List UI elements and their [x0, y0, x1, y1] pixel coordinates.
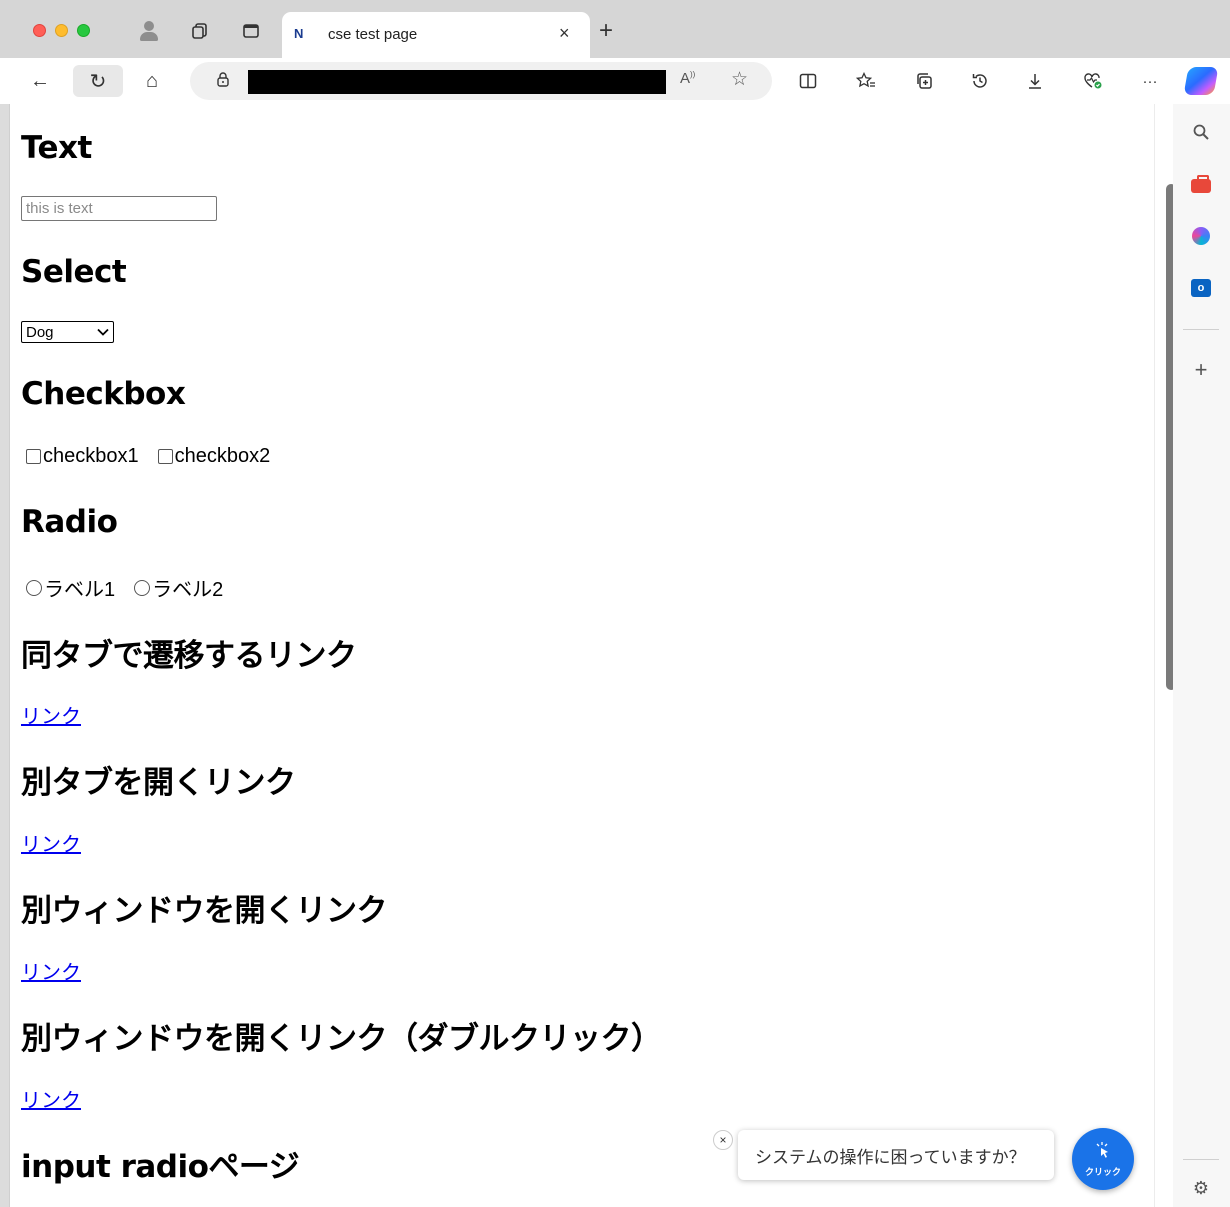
- heading-new-tab-link: 別タブを開くリンク: [21, 765, 296, 801]
- checkbox-2[interactable]: [157, 449, 173, 464]
- new-tab-link[interactable]: リンク: [21, 832, 81, 856]
- refresh-button[interactable]: ↻: [73, 65, 123, 97]
- new-window-dblclick-link-wrapper: リンク: [21, 1084, 81, 1113]
- help-close-button[interactable]: ×: [713, 1130, 733, 1150]
- tab-close-icon[interactable]: ×: [559, 23, 570, 44]
- select-value: Dog: [26, 323, 54, 341]
- radio-option-1[interactable]: ラベル1: [21, 573, 115, 602]
- radio-2-label: ラベル2: [152, 579, 224, 601]
- heading-text: Text: [21, 130, 92, 166]
- add-icon[interactable]: +: [1187, 356, 1215, 384]
- copilot-icon[interactable]: [1183, 67, 1219, 95]
- profile-icon[interactable]: [138, 20, 160, 42]
- radio-1-label: ラベル1: [44, 579, 116, 601]
- select-wrapper: Dog: [21, 321, 114, 343]
- tab-title: cse test page: [328, 26, 418, 43]
- section-new-window-dblclick: 別ウィンドウを開くリンク（ダブルクリック）: [21, 1013, 662, 1058]
- same-tab-link[interactable]: リンク: [21, 704, 81, 728]
- browser-essentials-icon[interactable]: [1079, 67, 1107, 95]
- heading-same-tab-link: 同タブで遷移するリンク: [21, 638, 357, 674]
- section-new-tab: 別タブを開くリンク: [21, 757, 296, 802]
- tab-cse-test-page[interactable]: N cse test page ×: [282, 12, 590, 58]
- downloads-icon[interactable]: [1021, 67, 1049, 95]
- checkbox-option-2[interactable]: checkbox2: [153, 445, 271, 468]
- checkbox-1-label: checkbox1: [43, 445, 139, 467]
- home-button[interactable]: ⌂: [136, 65, 168, 97]
- settings-icon[interactable]: ⚙: [1187, 1174, 1215, 1202]
- section-input-radio-page: input radioページ: [21, 1141, 300, 1186]
- read-aloud-icon[interactable]: A)): [680, 70, 695, 87]
- close-window-button[interactable]: [33, 24, 46, 37]
- favorite-star-icon[interactable]: ☆: [731, 68, 748, 91]
- tab-favicon-icon: N: [294, 26, 303, 41]
- lock-icon[interactable]: [216, 71, 230, 91]
- text-input-wrapper: [21, 196, 217, 221]
- sidebar-divider: [1183, 329, 1219, 330]
- radio-2[interactable]: [134, 579, 151, 596]
- radio-group: ラベル1 ラベル2: [21, 573, 237, 602]
- tab-actions-icon[interactable]: [240, 20, 262, 42]
- heading-input-radio-page: input radioページ: [21, 1149, 300, 1185]
- heading-new-window-dblclick-link: 別ウィンドウを開くリンク（ダブルクリック）: [21, 1021, 662, 1057]
- radio-option-2[interactable]: ラベル2: [129, 573, 223, 602]
- heading-radio: Radio: [21, 504, 118, 540]
- maximize-window-button[interactable]: [77, 24, 90, 37]
- history-icon[interactable]: [966, 67, 994, 95]
- search-icon[interactable]: [1187, 118, 1215, 146]
- browser-toolbar: ← ↻ ⌂ A)) ☆ ···: [0, 58, 1230, 104]
- sidebar-divider-bottom: [1183, 1159, 1219, 1160]
- outlook-icon[interactable]: o: [1187, 274, 1215, 302]
- text-input[interactable]: [21, 196, 217, 221]
- checkbox-group: checkbox1 checkbox2: [21, 445, 284, 468]
- chevron-down-icon: [97, 325, 109, 339]
- help-button-label: クリック: [1084, 1166, 1121, 1177]
- heading-new-window-link: 別ウィンドウを開くリンク: [21, 893, 388, 929]
- redacted-url[interactable]: [248, 70, 666, 94]
- favorites-icon[interactable]: [852, 67, 880, 95]
- collections-icon[interactable]: [910, 67, 938, 95]
- checkbox-2-label: checkbox2: [174, 445, 271, 467]
- help-message: システムの操作に困っていますか？: [755, 1147, 1026, 1168]
- m365-icon[interactable]: [1187, 222, 1215, 250]
- help-click-button[interactable]: クリック: [1072, 1128, 1134, 1190]
- heading-checkbox: Checkbox: [21, 376, 186, 412]
- checkbox-1[interactable]: [26, 449, 41, 464]
- new-window-link[interactable]: リンク: [21, 960, 81, 984]
- edge-sidebar: o + ⚙: [1173, 104, 1230, 1207]
- page-viewport: Text Select Dog Checkbox checkbox1: [9, 104, 1173, 1207]
- section-same-tab: 同タブで遷移するリンク: [21, 630, 357, 675]
- same-tab-link-wrapper: リンク: [21, 700, 81, 729]
- section-checkbox: Checkbox: [21, 376, 186, 412]
- minimize-window-button[interactable]: [55, 24, 68, 37]
- animal-select[interactable]: Dog: [21, 321, 114, 343]
- back-button[interactable]: ←: [24, 65, 56, 97]
- heading-select: Select: [21, 254, 127, 290]
- help-message-bubble[interactable]: システムの操作に困っていますか？: [738, 1130, 1054, 1180]
- new-window-dblclick-link[interactable]: リンク: [21, 1088, 81, 1112]
- section-new-window: 別ウィンドウを開くリンク: [21, 885, 388, 930]
- new-window-link-wrapper: リンク: [21, 956, 81, 985]
- checkbox-option-1[interactable]: checkbox1: [21, 445, 139, 468]
- split-screen-icon[interactable]: [794, 67, 822, 95]
- new-tab-link-wrapper: リンク: [21, 828, 81, 857]
- radio-1[interactable]: [26, 579, 42, 596]
- address-bar[interactable]: A)) ☆: [190, 62, 772, 100]
- section-radio: Radio: [21, 504, 118, 540]
- click-cursor-icon: [1094, 1141, 1112, 1163]
- scrollbar-thumb[interactable]: [1166, 184, 1173, 690]
- new-tab-button[interactable]: +: [599, 19, 613, 43]
- section-select: Select: [21, 254, 127, 290]
- more-options-icon[interactable]: ···: [1136, 67, 1164, 95]
- title-bar: N cse test page × +: [0, 0, 1230, 58]
- tools-icon[interactable]: [1187, 172, 1215, 200]
- section-text: Text: [21, 130, 92, 166]
- workspaces-icon[interactable]: [189, 20, 211, 42]
